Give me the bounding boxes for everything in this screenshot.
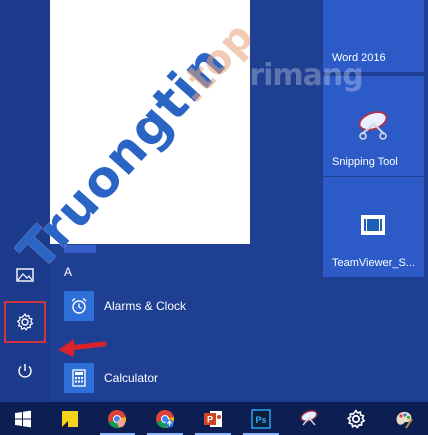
taskbar-chrome-update[interactable] bbox=[141, 402, 189, 435]
snipping-tool-icon bbox=[300, 409, 317, 425]
taskbar-powerpoint[interactable]: P bbox=[189, 402, 237, 435]
snipping-tool-icon bbox=[358, 111, 388, 140]
power-icon bbox=[18, 364, 32, 378]
photoshop-icon: Ps bbox=[251, 408, 271, 429]
windows-logo-icon bbox=[14, 410, 31, 427]
tile-label: TeamViewer_S... bbox=[332, 257, 415, 269]
pictures-button[interactable] bbox=[4, 254, 46, 296]
start-button[interactable] bbox=[0, 402, 46, 435]
gear-icon bbox=[347, 409, 366, 428]
photoshop-label: Ps bbox=[255, 415, 266, 425]
left-rail bbox=[0, 0, 50, 402]
paint-icon bbox=[396, 411, 413, 429]
taskbar-settings[interactable] bbox=[332, 402, 380, 435]
pictures-icon bbox=[16, 268, 34, 282]
start-menu: A Alarms & Clock Calculator Word 2016 Sn… bbox=[0, 0, 428, 402]
app-label: Calculator bbox=[104, 371, 159, 385]
calculator-icon bbox=[64, 363, 94, 393]
svg-text:P: P bbox=[207, 414, 213, 424]
tile-word-2016[interactable]: W Word 2016 bbox=[323, 0, 424, 72]
app-item-calculator[interactable]: Calculator bbox=[64, 361, 254, 395]
gear-icon bbox=[17, 313, 34, 331]
tile-label: Snipping Tool bbox=[332, 156, 398, 168]
chrome-icon bbox=[108, 409, 127, 428]
alarm-clock-icon bbox=[64, 291, 94, 321]
powerpoint-icon: P bbox=[204, 410, 223, 427]
app-list: A Alarms & Clock Calculator bbox=[50, 245, 260, 402]
teamviewer-icon bbox=[361, 215, 385, 235]
taskbar-paint[interactable] bbox=[380, 402, 428, 435]
section-header[interactable]: A bbox=[64, 265, 72, 279]
word-icon: W bbox=[354, 0, 392, 4]
list-item-partial bbox=[64, 245, 96, 253]
settings-button[interactable] bbox=[4, 301, 46, 343]
taskbar-snipping-tool[interactable] bbox=[285, 402, 333, 435]
app-item-alarms-clock[interactable]: Alarms & Clock bbox=[64, 289, 254, 323]
taskbar: P Ps bbox=[0, 402, 428, 435]
app-label: Alarms & Clock bbox=[104, 299, 187, 313]
tile-snipping-tool[interactable]: Snipping Tool bbox=[323, 76, 424, 176]
tile-teamviewer[interactable]: TeamViewer_S... bbox=[323, 177, 424, 277]
sticky-notes-icon bbox=[61, 410, 78, 427]
power-button[interactable] bbox=[4, 350, 46, 392]
taskbar-sticky-notes[interactable] bbox=[46, 402, 94, 435]
taskbar-chrome[interactable] bbox=[94, 402, 142, 435]
tile-label: Word 2016 bbox=[332, 52, 386, 64]
taskbar-photoshop[interactable]: Ps bbox=[237, 402, 285, 435]
chrome-update-icon bbox=[156, 409, 175, 428]
